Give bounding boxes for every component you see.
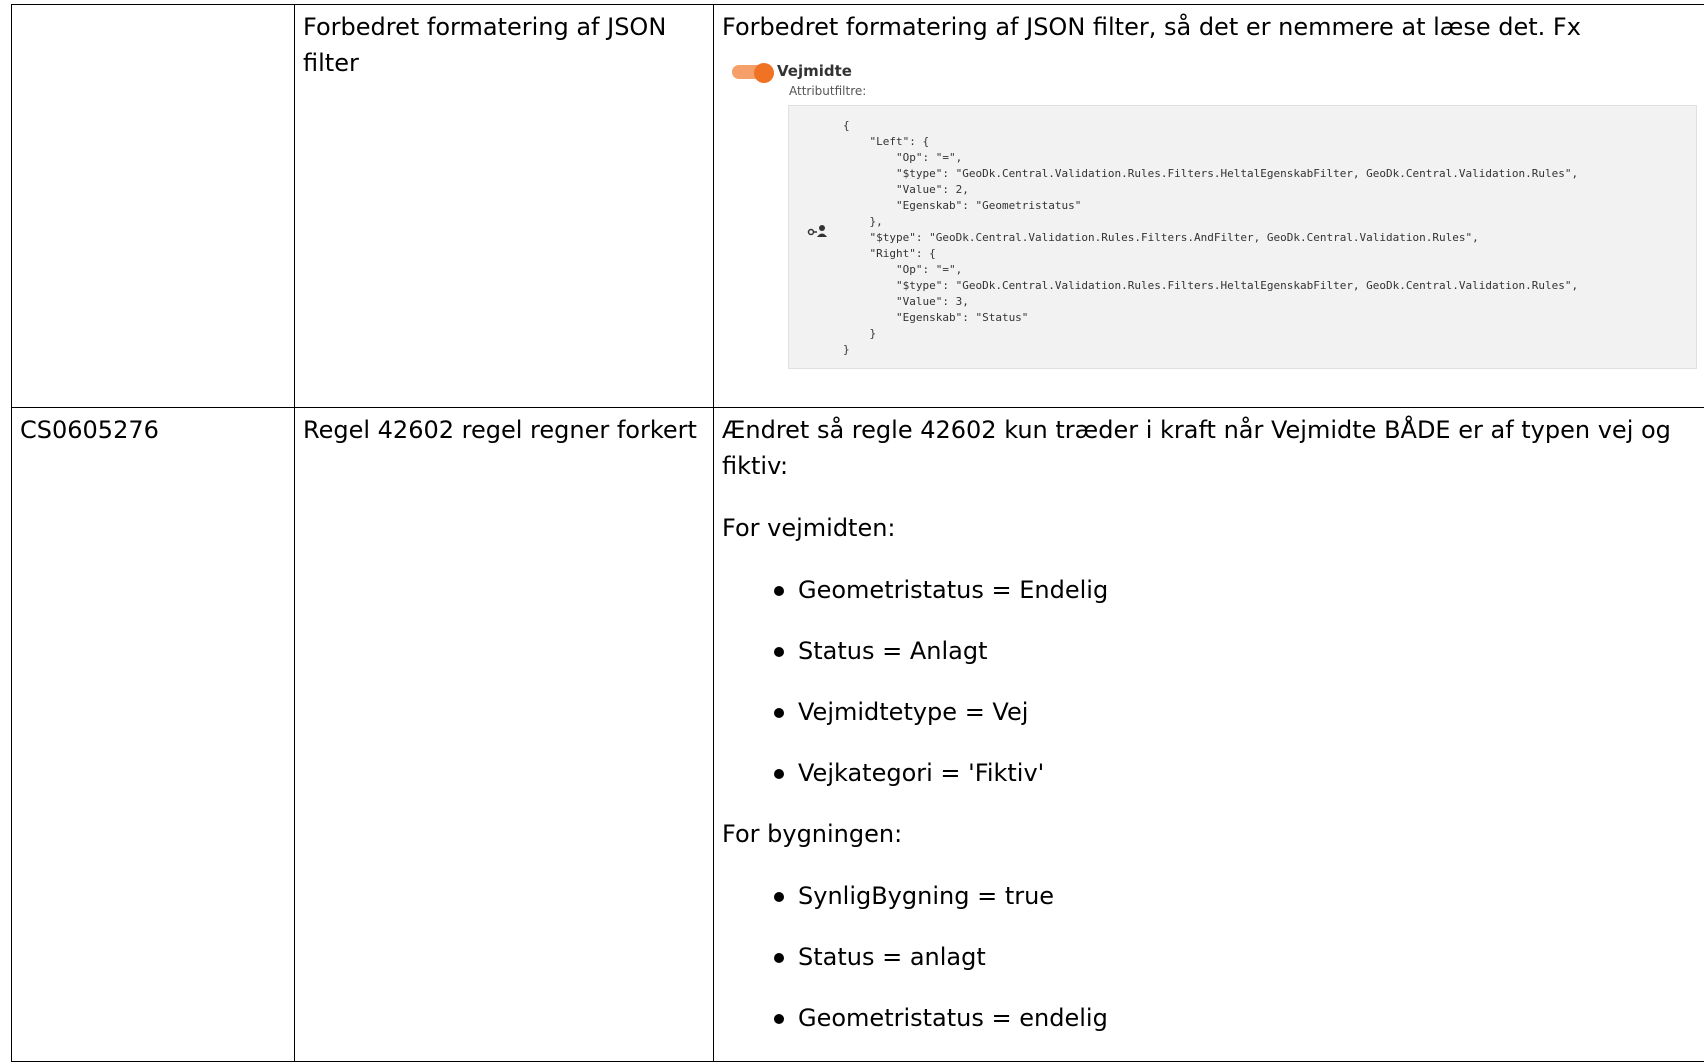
document-page: Forbedret formatering af JSON filter For… bbox=[0, 0, 1704, 1049]
section-heading-vejmidten: For vejmidten: bbox=[722, 510, 1697, 546]
title-cell: Regel 42602 regel regner forkert bbox=[295, 408, 714, 1062]
table-row: Forbedret formatering af JSON filter For… bbox=[12, 5, 1704, 408]
list-item: Vejkategori = 'Fiktiv' bbox=[798, 755, 1697, 791]
release-notes-table: Forbedret formatering af JSON filter For… bbox=[11, 4, 1704, 1062]
toggle-knob bbox=[754, 63, 774, 83]
title-cell: Forbedret formatering af JSON filter bbox=[295, 5, 714, 408]
change-title: Regel 42602 regel regner forkert bbox=[295, 408, 713, 448]
case-id bbox=[12, 5, 294, 9]
json-filter-box: { "Left": { "Op": "=", "$type": "GeoDk.C… bbox=[788, 105, 1697, 369]
case-id-cell bbox=[12, 5, 295, 408]
description-cell: Ændret så regle 42602 kun træder i kraft… bbox=[714, 408, 1704, 1062]
key-user-icon bbox=[807, 224, 829, 238]
list-item: Status = anlagt bbox=[798, 939, 1697, 975]
description-block: Ændret så regle 42602 kun træder i kraft… bbox=[714, 408, 1704, 1036]
table-row: CS0605276 Regel 42602 regel regner forke… bbox=[12, 408, 1704, 1062]
list-item: SynligBygning = true bbox=[798, 878, 1697, 914]
change-description: Ændret så regle 42602 kun træder i kraft… bbox=[722, 412, 1697, 484]
case-id: CS0605276 bbox=[12, 408, 294, 448]
description-block: Forbedret formatering af JSON filter, så… bbox=[714, 5, 1704, 367]
list-item: Geometristatus = endelig bbox=[798, 1000, 1697, 1036]
description-cell: Forbedret formatering af JSON filter, så… bbox=[714, 5, 1704, 408]
vejmidten-conditions: Geometristatus = Endelig Status = Anlagt… bbox=[722, 572, 1697, 791]
layer-toggle bbox=[732, 65, 770, 79]
bygningen-conditions: SynligBygning = true Status = anlagt Geo… bbox=[722, 878, 1697, 1036]
list-item: Status = Anlagt bbox=[798, 633, 1697, 669]
filter-label: Attributfiltre: bbox=[789, 83, 866, 99]
change-description: Forbedret formatering af JSON filter, så… bbox=[722, 9, 1697, 45]
list-item: Vejmidtetype = Vej bbox=[798, 694, 1697, 730]
list-item: Geometristatus = Endelig bbox=[798, 572, 1697, 608]
case-id-cell: CS0605276 bbox=[12, 408, 295, 1062]
embedded-screenshot: Vejmidte Attributfiltre: { "Left": { "Op… bbox=[722, 55, 1697, 367]
change-title: Forbedret formatering af JSON filter bbox=[295, 5, 713, 81]
json-filter-code: { "Left": { "Op": "=", "$type": "GeoDk.C… bbox=[843, 118, 1578, 358]
layer-name: Vejmidte bbox=[777, 61, 852, 81]
section-heading-bygningen: For bygningen: bbox=[722, 816, 1697, 852]
